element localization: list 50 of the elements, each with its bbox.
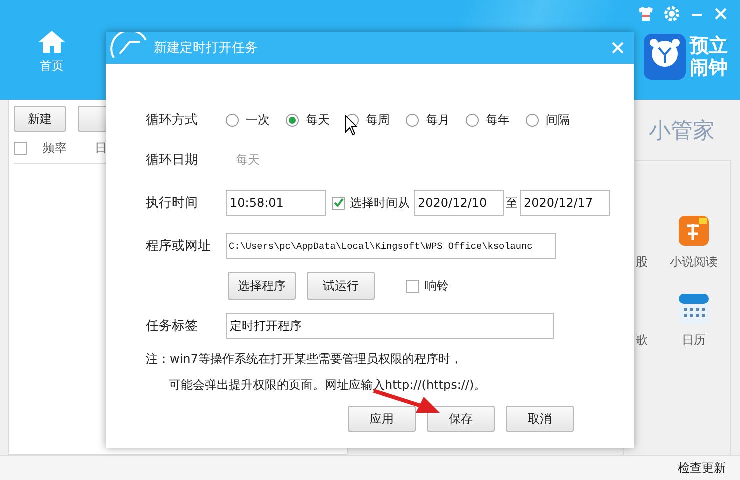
- app-label[interactable]: 小说阅读: [670, 254, 718, 271]
- column-header: 日: [95, 140, 107, 157]
- ring-checkbox[interactable]: [406, 280, 419, 292]
- radio-option[interactable]: 每年: [466, 112, 510, 128]
- start-date-field[interactable]: 2020/12/10: [414, 190, 504, 216]
- check-update-link[interactable]: 检查更新: [678, 460, 726, 476]
- field-label: 循环方式: [146, 112, 199, 129]
- column-header: 频率: [43, 140, 67, 157]
- field-label: 任务标签: [146, 318, 199, 335]
- time-field[interactable]: 10:58:01: [226, 190, 326, 216]
- field-label: 循环日期: [146, 152, 199, 169]
- field-label: 程序或网址: [146, 238, 212, 255]
- ring-label: 响铃: [425, 278, 449, 294]
- program-button[interactable]: 试运行: [307, 272, 375, 300]
- alarm-clock-logo-icon: [644, 34, 686, 80]
- settings-icon[interactable]: [664, 6, 680, 22]
- radio-option[interactable]: 每天: [286, 112, 330, 128]
- new-button[interactable]: 新建: [14, 106, 66, 132]
- note-text: 注：win7等操作系统在打开某些需要管理员权限的程序时，: [146, 350, 464, 368]
- time-range-checkbox[interactable]: [332, 196, 345, 210]
- dialog-button[interactable]: 取消: [506, 406, 574, 432]
- logo-text: 预立 闹钟: [690, 35, 728, 79]
- field-label: 执行时间: [146, 195, 199, 212]
- app-label[interactable]: 日历: [682, 332, 706, 349]
- shirt-icon[interactable]: [638, 7, 654, 21]
- dialog-button[interactable]: 保存: [427, 406, 495, 432]
- book-app-icon[interactable]: [679, 216, 709, 246]
- radio-option[interactable]: 间隔: [526, 112, 570, 128]
- select-all-checkbox[interactable]: [14, 142, 27, 155]
- dialog-title: 新建定时打开任务: [154, 40, 258, 57]
- radio-option[interactable]: 每月: [406, 112, 450, 128]
- app-label[interactable]: 歌: [636, 332, 648, 349]
- close-icon[interactable]: [612, 42, 624, 54]
- side-title: 小管家: [649, 118, 715, 146]
- app-label[interactable]: 股: [636, 254, 648, 271]
- to-label: 至: [506, 194, 518, 212]
- radio-option[interactable]: 一次: [226, 112, 270, 128]
- nav-label: 首页: [40, 58, 64, 75]
- program-path-field[interactable]: C:\Users\pc\AppData\Local\Kingsoft\WPS Office\ksolaunc: [226, 233, 556, 259]
- task-label-field[interactable]: 定时打开程序: [226, 313, 554, 339]
- note-text: 可能会弹出提升权限的页面。网址应输入http://(https://)。: [169, 376, 488, 394]
- mouse-cursor-icon: [345, 115, 359, 137]
- cycle-date-value: 每天: [236, 152, 260, 168]
- home-icon: [38, 30, 66, 54]
- program-button[interactable]: 选择程序: [228, 272, 296, 300]
- range-label: 选择时间从: [350, 194, 410, 212]
- calendar-icon[interactable]: [679, 294, 709, 324]
- dialog-button[interactable]: 应用: [348, 406, 416, 432]
- end-date-field[interactable]: 2020/12/17: [520, 190, 610, 216]
- close-icon[interactable]: [714, 7, 728, 21]
